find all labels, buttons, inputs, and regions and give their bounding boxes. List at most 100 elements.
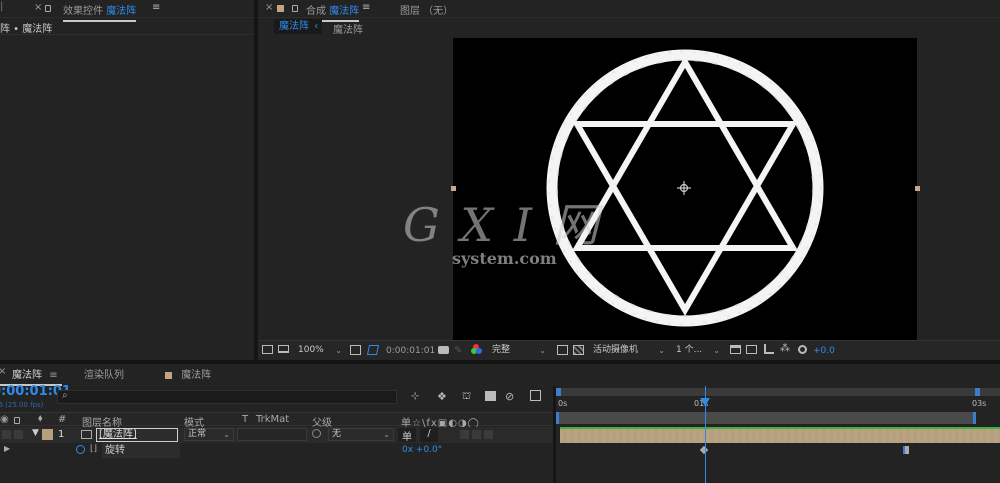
timeline-close-icon[interactable]: ×: [0, 366, 6, 377]
camera-value: 活动摄像机: [593, 345, 639, 355]
layer-duration-bar[interactable]: [560, 427, 1000, 443]
keyframe-1[interactable]: [699, 445, 709, 455]
pickwhip-icon[interactable]: [312, 429, 321, 438]
effects-close-button[interactable]: ×: [34, 2, 42, 13]
expand-triangle-icon[interactable]: ▼: [32, 428, 39, 438]
region-of-interest-icon[interactable]: [557, 345, 568, 355]
tab-timeline-comp-label: 魔法阵: [12, 370, 42, 381]
timeline-menu-icon[interactable]: ≡: [49, 370, 57, 381]
trkmat-dropdown[interactable]: [237, 428, 307, 441]
render-icon[interactable]: [764, 344, 774, 354]
effects-tabbar: | × 效果控件 魔法阵 ≡: [0, 0, 254, 22]
tab-effect-controls-comp: 魔法阵: [106, 6, 137, 17]
layer-handle-right[interactable]: [915, 186, 920, 191]
comp-canvas[interactable]: [453, 38, 917, 340]
collapse-triangle-icon[interactable]: ▶: [4, 444, 10, 453]
hide-shy-layers-icon[interactable]: ⛫: [462, 391, 471, 404]
comp-viewer[interactable]: G X I 网 system.com: [258, 36, 1000, 340]
property-value[interactable]: 0x +0.0°: [402, 445, 442, 455]
navigator-start-handle[interactable]: [556, 388, 561, 396]
blend-mode-value: 正常: [188, 429, 207, 439]
tab-other-comp-label: 魔法阵: [181, 370, 212, 381]
resolution-dropdown[interactable]: 完整 ⌄: [488, 344, 550, 357]
comp-tabbar: × 合成 魔法阵 ≡ 图层 （无）: [258, 0, 1000, 22]
tab-render-queue[interactable]: 渲染队列: [84, 366, 124, 381]
layer-label-color[interactable]: [42, 429, 53, 440]
trkmat-header: TrkMat: [256, 414, 290, 425]
ruler-label-start: 0s: [558, 399, 568, 408]
monitor-icon[interactable]: [278, 345, 289, 353]
layer-handle-left[interactable]: [451, 186, 456, 191]
show-snapshot-icon[interactable]: ✎: [454, 345, 462, 356]
effects-menu-icon[interactable]: ≡: [152, 2, 160, 13]
time-navigator-bar[interactable]: [556, 388, 1000, 396]
motion-blur-icon[interactable]: ⊘: [505, 390, 514, 403]
layer-switch-slot-1[interactable]: [460, 430, 469, 439]
precomp-icon: [81, 430, 92, 439]
chevron-down-icon: ⌄: [383, 430, 390, 439]
graph-editor-icon[interactable]: [530, 390, 541, 401]
chevron-down-icon: ⌄: [335, 346, 342, 355]
video-toggle[interactable]: [2, 430, 11, 439]
keyframe-2[interactable]: [903, 446, 909, 454]
comp-mini-flowchart-icon[interactable]: ⊹: [411, 391, 419, 402]
tab-other-comp[interactable]: 魔法阵: [165, 366, 211, 381]
flowchart-icon[interactable]: ⁂: [780, 343, 790, 354]
comp-swatch-icon: [277, 3, 284, 14]
stopwatch-icon[interactable]: [76, 445, 85, 454]
camera-snapshot-icon[interactable]: [438, 346, 449, 354]
work-area-bar[interactable]: [556, 412, 976, 424]
layer-switch-quality[interactable]: /: [420, 428, 438, 442]
exposure-value[interactable]: +0.0: [813, 346, 835, 356]
zoom-dropdown[interactable]: 100% ⌄: [294, 344, 346, 357]
layer-switch-slot-2[interactable]: [472, 430, 481, 439]
watermark: G X I 网 system.com: [403, 200, 599, 280]
blend-mode-dropdown[interactable]: 正常 ⌄: [184, 428, 234, 441]
lock-icon[interactable]: [292, 3, 298, 14]
tab-effect-controls[interactable]: 效果控件 魔法阵: [63, 2, 137, 22]
timeline-fps: 26 (25.00 fps): [0, 401, 44, 409]
views-dropdown[interactable]: 1 个... ⌄: [672, 344, 724, 357]
transparency-grid-icon[interactable]: [573, 345, 584, 355]
lock-icon[interactable]: [45, 3, 51, 14]
layer-name-field[interactable]: [魔法阵]: [96, 428, 178, 442]
camera-dropdown[interactable]: 活动摄像机 ⌄: [589, 344, 669, 357]
keyframe-track: [556, 443, 1000, 459]
subtab-other[interactable]: 魔法阵: [333, 21, 363, 36]
subtab-active[interactable]: 魔法阵 ‹: [274, 19, 322, 34]
property-name: 旋转: [102, 443, 180, 458]
parent-dropdown[interactable]: 无 ⌄: [328, 428, 394, 441]
fast-previews-icon[interactable]: [746, 345, 757, 354]
property-row[interactable]: ▶ ⌊⌋ 旋转 0x +0.0°: [0, 443, 555, 459]
viewer-timecode[interactable]: 0:00:01:01: [386, 346, 435, 356]
comp-close-button[interactable]: ×: [265, 2, 273, 13]
time-ruler[interactable]: 0s 01s 03s: [556, 386, 1000, 426]
mask-visibility-icon[interactable]: [366, 345, 380, 355]
grid-icon[interactable]: [350, 345, 361, 355]
layer-row[interactable]: ▼ 1 [魔法阵] 正常 ⌄ 无 ⌄ 单 /: [0, 427, 555, 443]
comp-subtabs: 魔法阵 ‹ 魔法阵: [258, 18, 1000, 36]
tab-effect-controls-title: 效果控件: [63, 6, 103, 17]
property-name-text: 旋转: [105, 445, 125, 456]
color-channels-icon[interactable]: [471, 344, 482, 355]
frame-blending-icon[interactable]: [485, 391, 496, 401]
layer-switch-shy[interactable]: 单: [398, 428, 416, 443]
layer-search-input[interactable]: ⌕: [57, 390, 397, 404]
navigator-end-handle[interactable]: [975, 388, 980, 396]
audio-toggle[interactable]: [14, 430, 23, 439]
layer-number: 1: [58, 429, 65, 440]
layer-panel-tab[interactable]: 图层 （无）: [400, 2, 453, 17]
layer-columns-header: ◉ ⬧ # 图层名称 模式 T TrkMat 父级 单☆\fx▣◐◑◯: [0, 412, 555, 429]
layer-switch-slot-3[interactable]: [484, 430, 493, 439]
tab-timeline-comp[interactable]: × 魔法阵 ≡: [0, 366, 62, 386]
toggle-pixel-aspect-icon[interactable]: [730, 345, 741, 354]
snapshot-toggle-icon[interactable]: [262, 345, 273, 354]
graph-icon[interactable]: ⌊⌋: [90, 444, 97, 454]
subtab-active-label: 魔法阵: [279, 21, 309, 32]
draft-3d-icon[interactable]: ❖: [437, 390, 447, 403]
zoom-value: 100%: [298, 345, 324, 355]
comp-menu-icon[interactable]: ≡: [362, 2, 370, 13]
playhead-handle[interactable]: [700, 398, 710, 406]
exposure-icon[interactable]: [798, 345, 807, 354]
subtab-arrow-icon: ‹: [314, 21, 319, 32]
